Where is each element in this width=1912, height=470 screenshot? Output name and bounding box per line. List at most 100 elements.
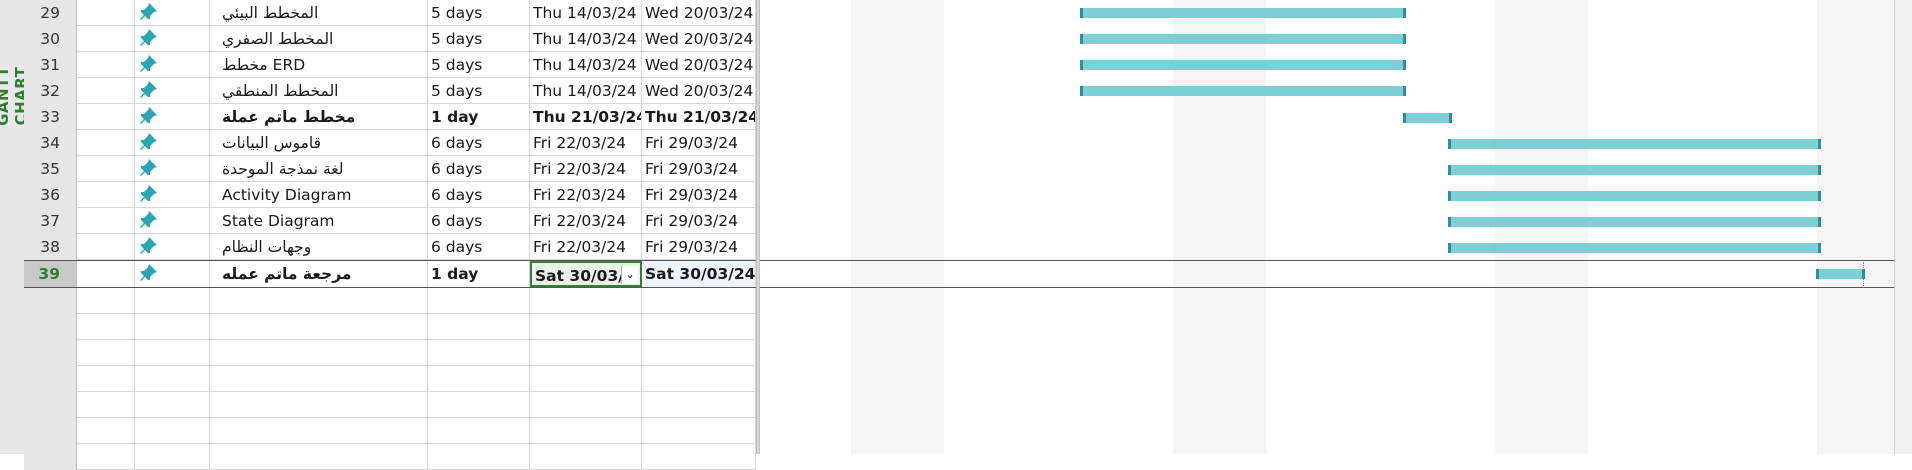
duration-cell[interactable]: 5 days	[428, 0, 530, 26]
indicator-cell[interactable]	[77, 182, 135, 208]
start-cell[interactable]: Thu 14/03/24	[530, 52, 642, 78]
duration-cell[interactable]	[428, 340, 530, 366]
duration-cell[interactable]: 6 days	[428, 208, 530, 234]
duration-cell[interactable]	[428, 288, 530, 314]
row-id[interactable]	[24, 366, 77, 392]
start-date-value[interactable]: Sat 30/03/24	[535, 263, 627, 285]
task-name-cell[interactable]: مخطط ERD	[210, 52, 428, 78]
duration-cell[interactable]: 6 days	[428, 234, 530, 260]
finish-cell[interactable]: Fri 29/03/24	[642, 208, 756, 234]
table-row[interactable]: 37 State Diagram 6 days Fri 22/03/24 Fri…	[24, 208, 756, 234]
task-mode-cell[interactable]	[135, 130, 210, 156]
start-cell[interactable]: Thu 21/03/24	[530, 104, 642, 130]
row-id[interactable]: 29	[24, 0, 77, 26]
gantt-bar[interactable]	[1080, 8, 1406, 18]
row-id[interactable]: 38	[24, 234, 77, 260]
finish-cell[interactable]: Wed 20/03/24	[642, 78, 756, 104]
task-name-cell[interactable]: المخطط البيئي	[210, 0, 428, 26]
row-id[interactable]: 39	[24, 261, 77, 287]
finish-cell[interactable]: Thu 21/03/24	[642, 104, 756, 130]
duration-cell[interactable]: 6 days	[428, 130, 530, 156]
start-cell[interactable]: Fri 22/03/24	[530, 182, 642, 208]
task-name-cell[interactable]: لغة نمذجة الموحدة	[210, 156, 428, 182]
indicator-cell[interactable]	[77, 78, 135, 104]
row-id[interactable]: 34	[24, 130, 77, 156]
finish-cell[interactable]	[642, 366, 756, 392]
task-mode-cell[interactable]	[135, 104, 210, 130]
table-row[interactable]: 36 Activity Diagram 6 days Fri 22/03/24 …	[24, 182, 756, 208]
row-id[interactable]: 33	[24, 104, 77, 130]
finish-cell[interactable]: Fri 29/03/24	[642, 156, 756, 182]
table-row[interactable]: 34 قاموس البيانات 6 days Fri 22/03/24 Fr…	[24, 130, 756, 156]
duration-cell[interactable]	[428, 314, 530, 340]
start-cell[interactable]: Thu 14/03/24	[530, 0, 642, 26]
task-name-cell[interactable]	[210, 288, 428, 314]
task-mode-cell[interactable]	[135, 156, 210, 182]
row-id[interactable]: 36	[24, 182, 77, 208]
gantt-bar[interactable]	[1448, 139, 1821, 149]
indicator-cell[interactable]	[77, 444, 135, 470]
table-row[interactable]: 38 وجهات النظام 6 days Fri 22/03/24 Fri …	[24, 234, 756, 260]
start-cell-editing[interactable]: Sat 30/03/24 ⌄	[530, 261, 642, 287]
finish-cell[interactable]: Fri 29/03/24	[642, 234, 756, 260]
indicator-cell[interactable]	[77, 26, 135, 52]
start-cell[interactable]: Thu 14/03/24	[530, 26, 642, 52]
task-name-cell[interactable]: المخطط الصفري	[210, 26, 428, 52]
finish-cell[interactable]: Sat 30/03/24	[642, 261, 756, 287]
start-cell[interactable]: Fri 22/03/24	[530, 156, 642, 182]
finish-cell[interactable]: Wed 20/03/24	[642, 52, 756, 78]
row-id[interactable]	[24, 444, 77, 470]
view-bar[interactable]: GANTT CHART	[0, 0, 30, 454]
task-mode-cell[interactable]	[135, 261, 210, 287]
indicator-cell[interactable]	[77, 261, 135, 287]
gantt-bar[interactable]	[1448, 191, 1821, 201]
task-name-cell[interactable]: وجهات النظام	[210, 234, 428, 260]
task-mode-cell[interactable]	[135, 234, 210, 260]
duration-cell[interactable]: 5 days	[428, 52, 530, 78]
task-mode-cell[interactable]	[135, 26, 210, 52]
finish-cell[interactable]	[642, 314, 756, 340]
indicator-cell[interactable]	[77, 0, 135, 26]
task-name-cell[interactable]: مخطط ماتم عملة	[210, 104, 428, 130]
finish-cell[interactable]: Wed 20/03/24	[642, 0, 756, 26]
task-mode-cell[interactable]	[135, 340, 210, 366]
duration-cell[interactable]: 1 day	[428, 261, 530, 287]
row-id[interactable]: 32	[24, 78, 77, 104]
start-cell[interactable]	[530, 366, 642, 392]
table-row[interactable]: 29 المخطط البيئي 5 days Thu 14/03/24 Wed…	[24, 0, 756, 26]
indicator-cell[interactable]	[77, 208, 135, 234]
table-row[interactable]: 33 مخطط ماتم عملة 1 day Thu 21/03/24 Thu…	[24, 104, 756, 130]
task-name-cell[interactable]	[210, 392, 428, 418]
indicator-cell[interactable]	[77, 392, 135, 418]
table-row-selected[interactable]: 39 مرجعة ماتم عمله 1 day Sat 30/03/24 ⌄ …	[24, 260, 756, 288]
duration-cell[interactable]	[428, 444, 530, 470]
gantt-bar[interactable]	[1080, 86, 1406, 96]
start-cell[interactable]	[530, 444, 642, 470]
row-id[interactable]: 35	[24, 156, 77, 182]
task-name-cell[interactable]: قاموس البيانات	[210, 130, 428, 156]
row-id[interactable]	[24, 392, 77, 418]
start-cell[interactable]: Fri 22/03/24	[530, 208, 642, 234]
duration-cell[interactable]: 6 days	[428, 182, 530, 208]
empty-row[interactable]	[24, 288, 756, 314]
task-name-cell[interactable]: State Diagram	[210, 208, 428, 234]
finish-cell[interactable]	[642, 444, 756, 470]
gantt-chart-pane[interactable]	[760, 0, 1910, 454]
finish-cell[interactable]	[642, 288, 756, 314]
task-name-cell[interactable]	[210, 314, 428, 340]
finish-cell[interactable]: Fri 29/03/24	[642, 182, 756, 208]
task-mode-cell[interactable]	[135, 444, 210, 470]
duration-cell[interactable]	[428, 366, 530, 392]
task-mode-cell[interactable]	[135, 0, 210, 26]
finish-cell[interactable]	[642, 418, 756, 444]
gantt-bar[interactable]	[1080, 60, 1406, 70]
gantt-bar[interactable]	[1080, 34, 1406, 44]
start-cell[interactable]: Fri 22/03/24	[530, 130, 642, 156]
task-mode-cell[interactable]	[135, 52, 210, 78]
row-id[interactable]	[24, 288, 77, 314]
task-mode-cell[interactable]	[135, 208, 210, 234]
task-name-cell[interactable]	[210, 444, 428, 470]
indicator-cell[interactable]	[77, 104, 135, 130]
chevron-down-icon[interactable]: ⌄	[621, 266, 638, 284]
task-name-cell[interactable]: Activity Diagram	[210, 182, 428, 208]
